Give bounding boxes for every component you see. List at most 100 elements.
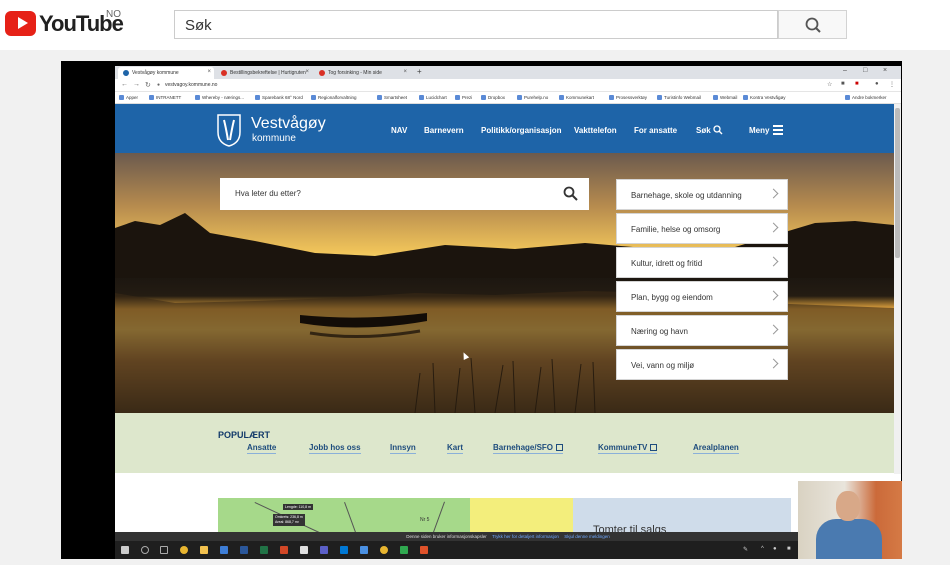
bookmark-item[interactable]: INTRANETT [149,95,181,100]
external-link-icon [556,444,564,451]
new-tab-icon[interactable]: + [417,67,422,76]
more-menu-icon[interactable]: ⋮ [889,81,895,88]
popular-link-jobb[interactable]: Jobb hos oss [309,443,361,454]
popular-link-barnehage[interactable]: Barnehage/SFO [493,443,564,454]
bookmark-item[interactable]: Purehelp.no [517,95,548,100]
tab-close-icon[interactable]: × [207,69,211,75]
search-icon[interactable] [563,186,579,202]
bookmark-item[interactable]: Smartsheet [377,95,407,100]
popular-link-kommunetv[interactable]: KommuneTV [598,443,658,454]
popular-link-label: KommuneTV [598,443,648,452]
word-icon[interactable] [240,546,248,554]
other-bookmarks[interactable]: Andre bokmerker [845,95,887,100]
nav-nav[interactable]: NAV [391,126,407,135]
bookmark-item[interactable]: Webmail [713,95,737,100]
scrollbar-thumb[interactable] [895,108,900,258]
cookie-info-link[interactable]: Trykk her for detaljert informasjon [492,534,559,539]
category-label: Plan, bygg og eiendom [631,293,713,302]
youtube-logo-icon[interactable] [5,11,36,36]
bookmark-item[interactable]: Regionalforvaltning [311,95,357,100]
minimize-icon[interactable]: – [843,67,847,74]
app-icon[interactable] [300,546,308,554]
chrome-window-icon[interactable] [380,546,388,554]
screen-recording-browser: Vestvågøy kommune × Bestillingsbekreftel… [115,66,901,559]
nav-search-icon[interactable] [713,125,723,135]
forward-icon[interactable]: → [133,81,140,88]
nav-politikk[interactable]: Politikk/organisasjon [481,126,561,135]
lock-icon: ● [157,82,161,88]
bookmark-item[interactable]: Sparebank 68° Nord [255,95,303,100]
extension-icon[interactable]: ■ [841,81,845,87]
category-kultur[interactable]: Kultur, idrett og fritid [616,247,788,278]
outlook-icon[interactable] [220,546,228,554]
popular-link-ansatte[interactable]: Ansatte [247,443,277,454]
maximize-icon[interactable]: □ [863,67,867,74]
cookie-dismiss-link[interactable]: Skjul denne meldingen [564,534,610,539]
excel-icon[interactable] [260,546,268,554]
chevron-right-icon [768,188,779,199]
bookmark-item[interactable]: Dropbox [481,95,505,100]
search-icon[interactable] [141,546,149,554]
tab-close-icon[interactable]: × [403,69,407,75]
powerpoint-icon[interactable] [280,546,288,554]
file-explorer-icon[interactable] [200,546,208,554]
youtube-search-button[interactable] [778,10,847,39]
popular-link-kart[interactable]: Kart [447,443,464,454]
bookmark-item[interactable]: Kontra Vestvågøy [743,95,786,100]
chevron-right-icon [768,222,779,233]
tray-chevron-icon[interactable]: ^ [761,546,764,552]
bookmark-item[interactable]: Apper [119,95,138,100]
category-familie[interactable]: Familie, helse og omsorg [616,213,788,244]
nav-for-ansatte[interactable]: For ansatte [634,126,677,135]
category-vei[interactable]: Vei, vann og miljø [616,349,788,380]
bookmark-item[interactable]: Kommunekart [559,95,594,100]
extension-icon[interactable]: ■ [855,81,859,87]
popular-link-arealplanen[interactable]: Arealplanen [693,443,739,454]
chrome-icon[interactable] [180,546,188,554]
close-window-icon[interactable]: × [883,67,887,74]
url-field[interactable]: vestvagoy.kommune.no [165,82,217,88]
skype-icon[interactable] [360,546,368,554]
windows-start-icon[interactable] [121,546,129,554]
tray-network-icon[interactable]: ■ [787,546,791,552]
category-plan[interactable]: Plan, bygg og eiendom [616,281,788,312]
task-view-icon[interactable] [160,546,168,554]
bookmark-item[interactable]: Turistinfo Webmail [657,95,701,100]
tray-cloud-icon[interactable]: ● [773,546,777,552]
youtube-header: YouTube NO Søk [0,0,950,50]
chevron-right-icon [768,358,779,369]
teams-icon[interactable] [320,546,328,554]
category-naering[interactable]: Næring og havn [616,315,788,346]
tray-pen-icon[interactable]: ✎ [743,546,748,553]
map-area-tooltip: Omkrets: 236,8 m Areal: 868,7 m² [273,514,305,526]
browser-tab-tog[interactable]: Tog forsinking - Min side × [314,67,410,79]
presenter-body [816,519,882,559]
category-barnehage[interactable]: Barnehage, skole og utdanning [616,179,788,210]
site-name[interactable]: Vestvågøy [251,115,326,133]
back-icon[interactable]: ← [121,81,128,88]
tab-close-icon[interactable]: × [305,69,309,75]
bookmark-item[interactable]: Lucidchart [419,95,447,100]
map-length-tooltip: Lengde: 110,8 m [283,504,314,510]
nav-sok[interactable]: Søk [696,126,711,135]
app-green-icon[interactable] [400,546,408,554]
reload-icon[interactable]: ↻ [145,81,151,89]
profile-icon[interactable]: ● [875,81,879,87]
map-area-text: Areal: 868,7 m² [275,520,299,524]
nav-vakttelefon[interactable]: Vakttelefon [574,126,617,135]
bookmark-item[interactable]: Prosessverktøy [609,95,647,100]
bookmark-item[interactable]: Prezi [455,95,472,100]
hamburger-icon[interactable] [773,125,783,135]
address-bar: ← → ↻ ● vestvagoy.kommune.no ☆ ■ ■ ● ⋮ [115,79,901,92]
nav-barnevern[interactable]: Barnevern [424,126,464,135]
municipality-shield-icon[interactable] [217,114,241,147]
bookmark-item[interactable]: Whereby - nærings... [195,95,244,100]
popular-link-innsyn[interactable]: Innsyn [390,443,416,454]
youtube-search-input[interactable]: Søk [174,10,778,39]
app-orange-icon[interactable] [420,546,428,554]
nav-meny[interactable]: Meny [749,126,769,135]
star-icon[interactable]: ☆ [827,81,832,88]
outlook-mail-icon[interactable] [340,546,348,554]
browser-tab-vestvagoy[interactable]: Vestvågøy kommune × [118,67,214,79]
browser-tab-hurtigruten[interactable]: Bestillingsbekreftelse | Hurtigruten × [216,67,312,79]
